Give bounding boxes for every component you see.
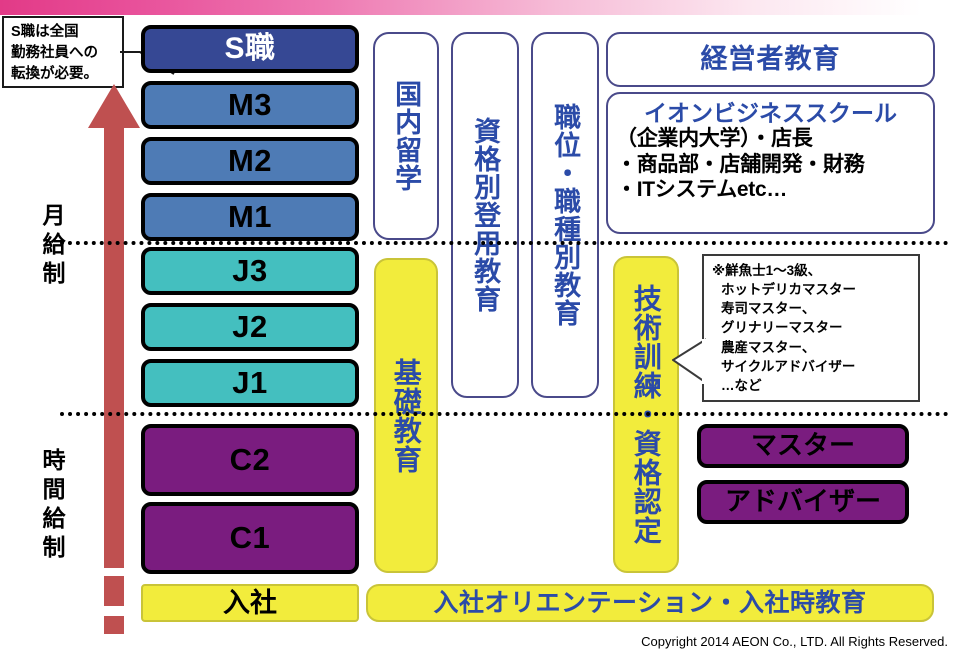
cert-note-line-3: 寿司マスター、	[721, 301, 816, 317]
cert-note-line-6: サイクルアドバイザー	[721, 358, 856, 374]
business-school-line-2: ・商品部・店舗開発・財務	[616, 152, 865, 176]
grade-box-j1[interactable]: J1	[141, 359, 359, 407]
grade-box-j3[interactable]: J3	[141, 247, 359, 295]
cert-note-line-5: 農産マスター、	[721, 339, 816, 355]
certification-note-tail	[672, 338, 706, 384]
grade-box-c1[interactable]: C1	[141, 502, 359, 574]
s-grade-note-callout: S職は全国 勤務社員への 転換が必要。	[2, 16, 124, 88]
grade-box-m3[interactable]: M3	[141, 81, 359, 129]
diagram-canvas: S職は全国 勤務社員への 転換が必要。 月給制 時間給制 S職 M3 M2 M1…	[0, 0, 960, 655]
pay-label-hourly: 時間給制	[39, 448, 65, 564]
grade-box-entry[interactable]: 入社	[141, 584, 359, 622]
career-growth-arrow	[88, 84, 140, 634]
business-school-line-1: （企業内大学）・店長	[616, 127, 813, 151]
grade-box-c2[interactable]: C2	[141, 424, 359, 496]
cert-note-line-4: グリナリーマスター	[721, 320, 843, 336]
divider-m-to-j	[60, 241, 605, 245]
cert-note-line-7: …など	[721, 377, 762, 393]
program-domestic-study[interactable]: 国内留学	[373, 32, 439, 240]
grade-box-j2[interactable]: J2	[141, 303, 359, 351]
copyright-notice: Copyright 2014 AEON Co., LTD. All Rights…	[641, 634, 948, 649]
business-school-title: イオンビジネススクール	[644, 100, 897, 126]
certification-master[interactable]: マスター	[697, 424, 909, 468]
cert-note-line-2: ホットデリカマスター	[721, 282, 856, 298]
program-executive-education[interactable]: 経営者教育	[606, 32, 935, 87]
program-qualification-promotion[interactable]: 資格別登用教育	[451, 32, 519, 398]
cert-note-line-1: ※鮮魚士1～3級、	[712, 263, 822, 278]
divider-j-to-c-right	[638, 412, 948, 416]
callout-line-3: 転換が必要。	[11, 66, 98, 83]
pink-accent-bar	[0, 0, 960, 15]
program-business-school[interactable]: イオンビジネススクール （企業内大学）・店長 ・商品部・店舗開発・財務 ・ITシ…	[606, 92, 935, 234]
certification-note-callout: ※鮮魚士1～3級、 ホットデリカマスター 寿司マスター、 グリナリーマスター 農…	[702, 254, 920, 402]
program-position-jobtype[interactable]: 職位・職種別教育	[531, 32, 599, 398]
grade-box-s[interactable]: S職	[141, 25, 359, 73]
grade-box-m2[interactable]: M2	[141, 137, 359, 185]
program-entry-orientation[interactable]: 入社オリエンテーション・入社時教育	[366, 584, 934, 622]
pay-label-monthly: 月給制	[39, 202, 65, 290]
callout-line-2: 勤務社員への	[11, 45, 98, 62]
business-school-line-3: ・ITシステムetc…	[616, 177, 788, 201]
divider-m-to-j-right	[608, 241, 948, 245]
divider-j-to-c	[60, 412, 635, 416]
callout-line-1: S職は全国	[11, 24, 79, 40]
certification-advisor[interactable]: アドバイザー	[697, 480, 909, 524]
grade-box-m1[interactable]: M1	[141, 193, 359, 241]
